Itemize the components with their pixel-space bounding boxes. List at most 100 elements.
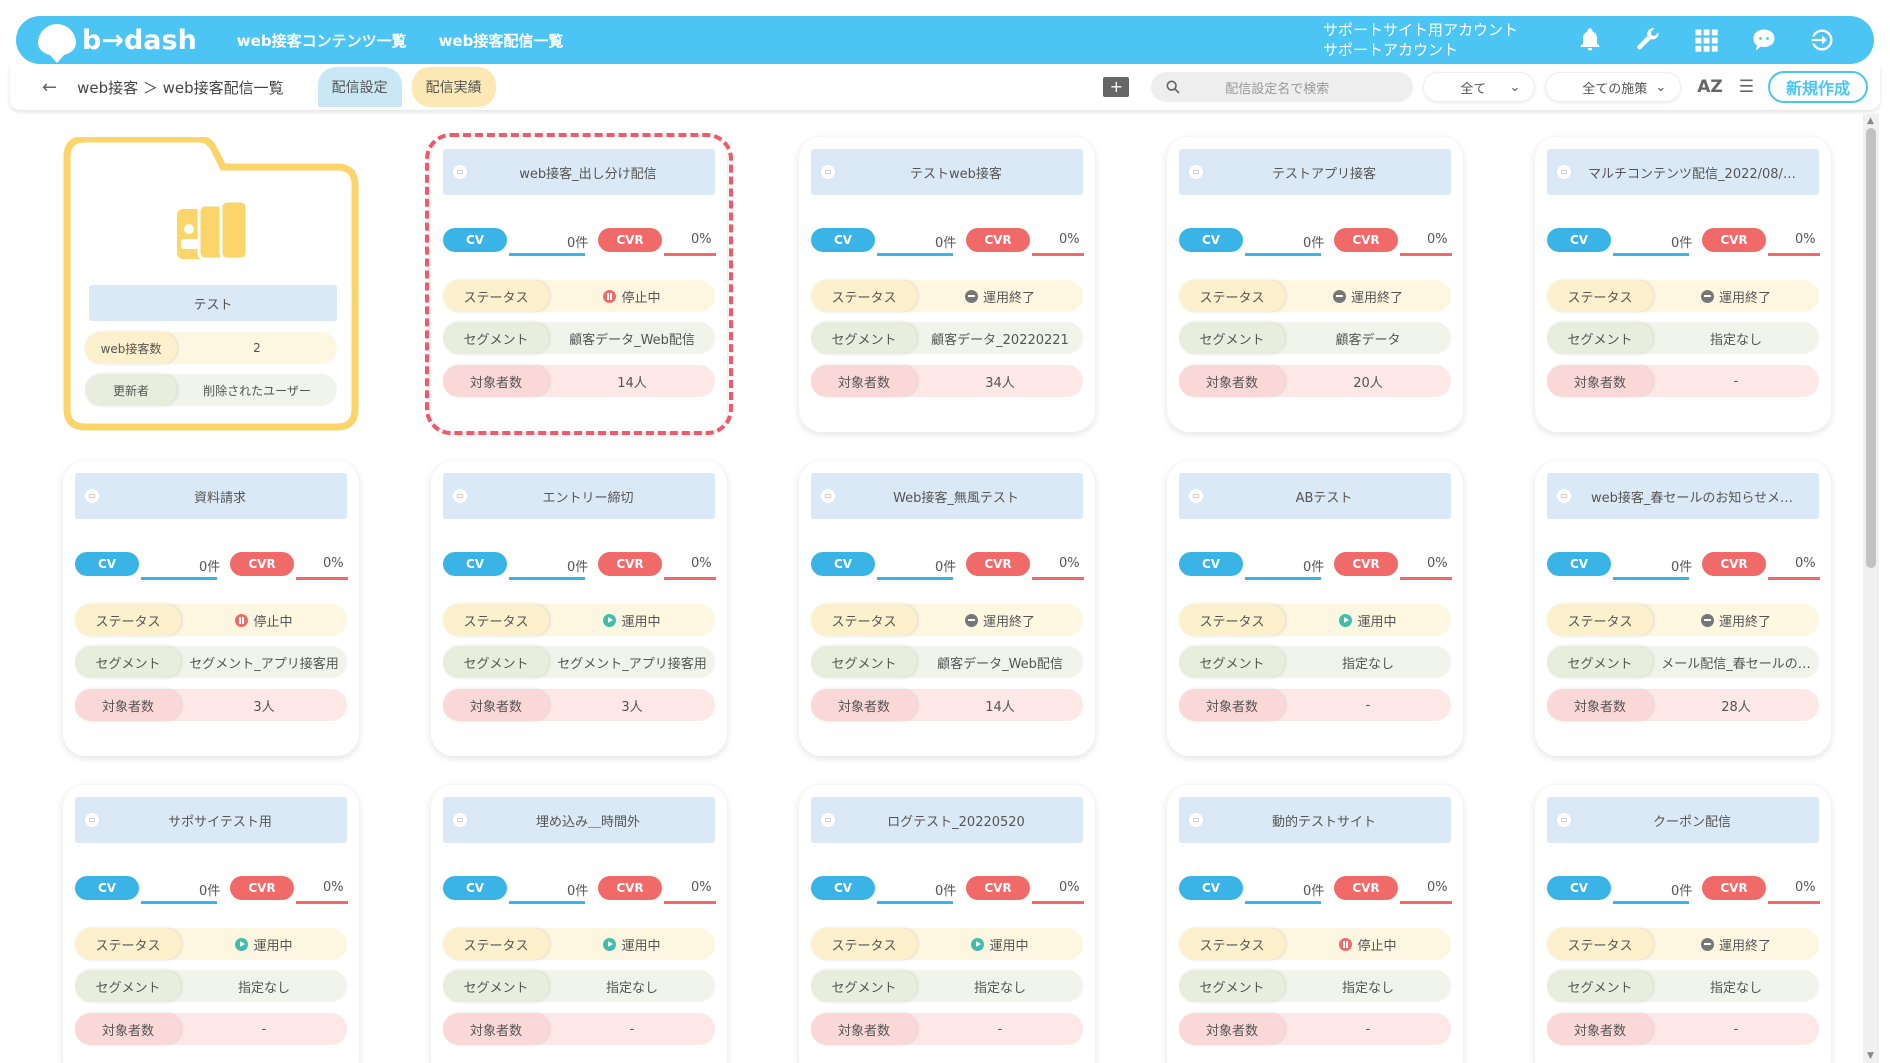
status-filter-select[interactable]: 全て ⌄ xyxy=(1423,72,1536,102)
apps-grid-icon[interactable] xyxy=(1690,24,1722,56)
card-title-bar[interactable]: ▭ マルチコンテンツ配信_2022/08/… xyxy=(1547,149,1819,195)
target-value: - xyxy=(1733,373,1739,389)
card-metrics: CV 0件 CVR 0% xyxy=(811,876,1087,904)
card-title-bar[interactable]: ▭ エントリー締切 xyxy=(443,473,715,519)
segment-row: セグメント 顧客データ_20220221 xyxy=(811,322,1083,354)
card-title-bar[interactable]: ▭ ABテスト xyxy=(1179,473,1451,519)
status-text: 運用中 xyxy=(621,938,661,954)
cvr-underline xyxy=(664,901,716,904)
delivery-card[interactable]: ▭ Web接客_無風テスト CV 0件 CVR 0% ステータス 運用終了 セグメント 顧客データ… xyxy=(799,461,1095,756)
status-row: ステータス 運用中 xyxy=(75,928,347,960)
status-value: 運用終了 xyxy=(1653,611,1819,630)
tab-delivery-settings[interactable]: 配信設定 xyxy=(317,67,402,107)
delivery-card[interactable]: ▭ サポサイテスト用 CV 0件 CVR 0% ステータス 運用中 セグメント 指定なし 対象者数 - xyxy=(63,785,359,1063)
card-title-bar[interactable]: ▭ 埋め込み＿時間外 xyxy=(443,797,715,843)
delivery-card[interactable]: ▭ 資料請求 CV 0件 CVR 0% ステータス 停止中 セグメント セグメント_アプリ接客用対… xyxy=(63,461,359,756)
cv-underline xyxy=(1613,577,1689,580)
target-row: 対象者数 - xyxy=(75,1013,347,1045)
card-title-bar[interactable]: ▭ ログテスト_20220520 xyxy=(811,797,1083,843)
card-title-bar[interactable]: ▭ 動的テストサイト xyxy=(1179,797,1451,843)
card-title-bar[interactable]: ▭ クーポン配信 xyxy=(1547,797,1819,843)
account-name: サポートサイト用アカウント xyxy=(1322,21,1518,39)
chat-bot-icon[interactable] xyxy=(1748,24,1780,56)
status-end-icon xyxy=(964,613,978,627)
target-row: 対象者数 14人 xyxy=(443,365,715,397)
scroll-up-icon[interactable]: ▲ xyxy=(1867,116,1874,126)
segment-label: セグメント xyxy=(75,646,181,678)
logo[interactable]: b→dash xyxy=(38,24,197,63)
back-arrow-icon[interactable]: ← xyxy=(42,77,57,98)
wrench-icon[interactable] xyxy=(1632,24,1664,56)
delivery-card[interactable]: ▭ web接客_春セールのお知らせメ… CV 0件 CVR 0% ステータス 運用終了 セグメン… xyxy=(1535,461,1831,756)
cvr-underline xyxy=(664,577,716,580)
nav-contents-list[interactable]: web接客コンテンツ一覧 xyxy=(237,30,407,51)
status-label: ステータス xyxy=(443,604,549,636)
status-value: 停止中 xyxy=(1285,935,1451,954)
scrollbar-thumb[interactable] xyxy=(1866,128,1876,568)
card-title-bar[interactable]: ▭ Web接客_無風テスト xyxy=(811,473,1083,519)
cv-underline xyxy=(1245,577,1321,580)
cv-value: 0件 xyxy=(1671,560,1693,575)
card-title-bar[interactable]: ▭ 資料請求 xyxy=(75,473,347,519)
cv-badge: CV xyxy=(1179,876,1243,900)
cv-badge: CV xyxy=(443,876,507,900)
card-metrics: CV 0件 CVR 0% xyxy=(1179,552,1455,580)
bell-icon[interactable] xyxy=(1574,24,1606,56)
card-title-bar[interactable]: ▭ web接客_出し分け配信 xyxy=(443,149,715,195)
status-end-icon xyxy=(1332,289,1346,303)
target-label: 対象者数 xyxy=(1547,689,1653,721)
status-label: ステータス xyxy=(1547,928,1653,960)
search-box[interactable]: 配信設定名で検索 xyxy=(1151,72,1414,102)
cv-underline xyxy=(509,253,585,256)
delivery-card[interactable]: ▭ web接客_出し分け配信 CV 0件 CVR 0% ステータス 停止中 セグメント 顧客データ… xyxy=(431,137,727,432)
delivery-card[interactable]: ▭ ログテスト_20220520 CV 0件 CVR 0% ステータス 運用中 セグメント 指定な… xyxy=(799,785,1095,1063)
status-end-icon xyxy=(964,289,978,303)
cvr-underline xyxy=(1768,901,1820,904)
folder-updater-row: 更新者 削除されたユーザー xyxy=(85,374,337,406)
target-row: 対象者数 3人 xyxy=(75,689,347,721)
segment-label: セグメント xyxy=(1547,970,1653,1002)
delivery-card[interactable]: ▭ エントリー締切 CV 0件 CVR 0% ステータス 運用中 セグメント セグメント_アプリ接… xyxy=(431,461,727,756)
folder-card[interactable]: テスト web接客数 2 更新者 削除されたユーザー xyxy=(63,137,359,431)
status-text: 運用終了 xyxy=(1718,938,1771,954)
logout-icon[interactable] xyxy=(1806,24,1838,56)
delivery-card[interactable]: ▭ クーポン配信 CV 0件 CVR 0% ステータス 運用終了 セグメント 指定なし 対象者数 - xyxy=(1535,785,1831,1063)
target-label: 対象者数 xyxy=(443,1013,549,1045)
tab-delivery-results[interactable]: 配信実績 xyxy=(411,67,496,107)
card-title-bar[interactable]: ▭ web接客_春セールのお知らせメ… xyxy=(1547,473,1819,519)
folder-count-value: 2 xyxy=(253,341,261,355)
target-value: - xyxy=(261,1021,267,1037)
card-title-bar[interactable]: ▭ テストweb接客 xyxy=(811,149,1083,195)
target-row: 対象者数 - xyxy=(1547,1013,1819,1045)
cv-badge: CV xyxy=(1179,552,1243,576)
scroll-down-icon[interactable]: ▼ xyxy=(1867,1051,1874,1061)
delivery-card[interactable]: ▭ ABテスト CV 0件 CVR 0% ステータス 運用中 セグメント 指定なし 対象者数 - xyxy=(1167,461,1463,756)
card-title: エントリー締切 xyxy=(542,490,634,506)
cv-underline xyxy=(1613,253,1689,256)
page-scrollbar[interactable]: ▲ ▼ xyxy=(1863,114,1879,1063)
cvr-badge: CVR xyxy=(598,552,662,576)
delivery-card[interactable]: ▭ 動的テストサイト CV 0件 CVR 0% ステータス 停止中 セグメント 指定なし 対象者数 - xyxy=(1167,785,1463,1063)
campaign-filter-select[interactable]: 全ての施策 ⌄ xyxy=(1545,72,1682,102)
delivery-card[interactable]: ▭ マルチコンテンツ配信_2022/08/… CV 0件 CVR 0% ステータス 運用終了セ… xyxy=(1535,137,1831,432)
cv-badge: CV xyxy=(811,552,875,576)
nav-delivery-list[interactable]: web接客配信一覧 xyxy=(439,30,564,51)
delivery-card[interactable]: ▭ 埋め込み＿時間外 CV 0件 CVR 0% ステータス 運用中 セグメント 指定なし 対象者数 - xyxy=(431,785,727,1063)
card-title-bar[interactable]: ▭ サポサイテスト用 xyxy=(75,797,347,843)
status-value: 運用中 xyxy=(1285,611,1451,630)
target-row: 対象者数 3人 xyxy=(443,689,715,721)
cv-underline xyxy=(509,901,585,904)
delivery-card[interactable]: ▭ テストweb接客 CV 0件 CVR 0% ステータス 運用終了 セグメント 顧客データ_20… xyxy=(799,137,1095,432)
new-create-button[interactable]: 新規作成 xyxy=(1768,71,1868,103)
card-title-bar[interactable]: ▭ テストアプリ接客 xyxy=(1179,149,1451,195)
delivery-card[interactable]: ▭ テストアプリ接客 CV 0件 CVR 0% ステータス 運用終了 セグメント 顧客データ 対象者… xyxy=(1167,137,1463,432)
status-text: 運用終了 xyxy=(1718,290,1771,306)
list-view-icon[interactable]: ☰ xyxy=(1739,77,1754,97)
folder-name: テスト xyxy=(89,285,337,321)
folder-add-icon[interactable]: + xyxy=(1103,77,1130,97)
account-info[interactable]: サポートサイト用アカウント サポートアカウント xyxy=(1323,20,1518,60)
cv-badge: CV xyxy=(443,228,507,252)
sort-az-icon[interactable]: AZ xyxy=(1697,77,1722,97)
cvr-underline xyxy=(1400,577,1452,580)
cvr-badge: CVR xyxy=(1702,228,1766,252)
